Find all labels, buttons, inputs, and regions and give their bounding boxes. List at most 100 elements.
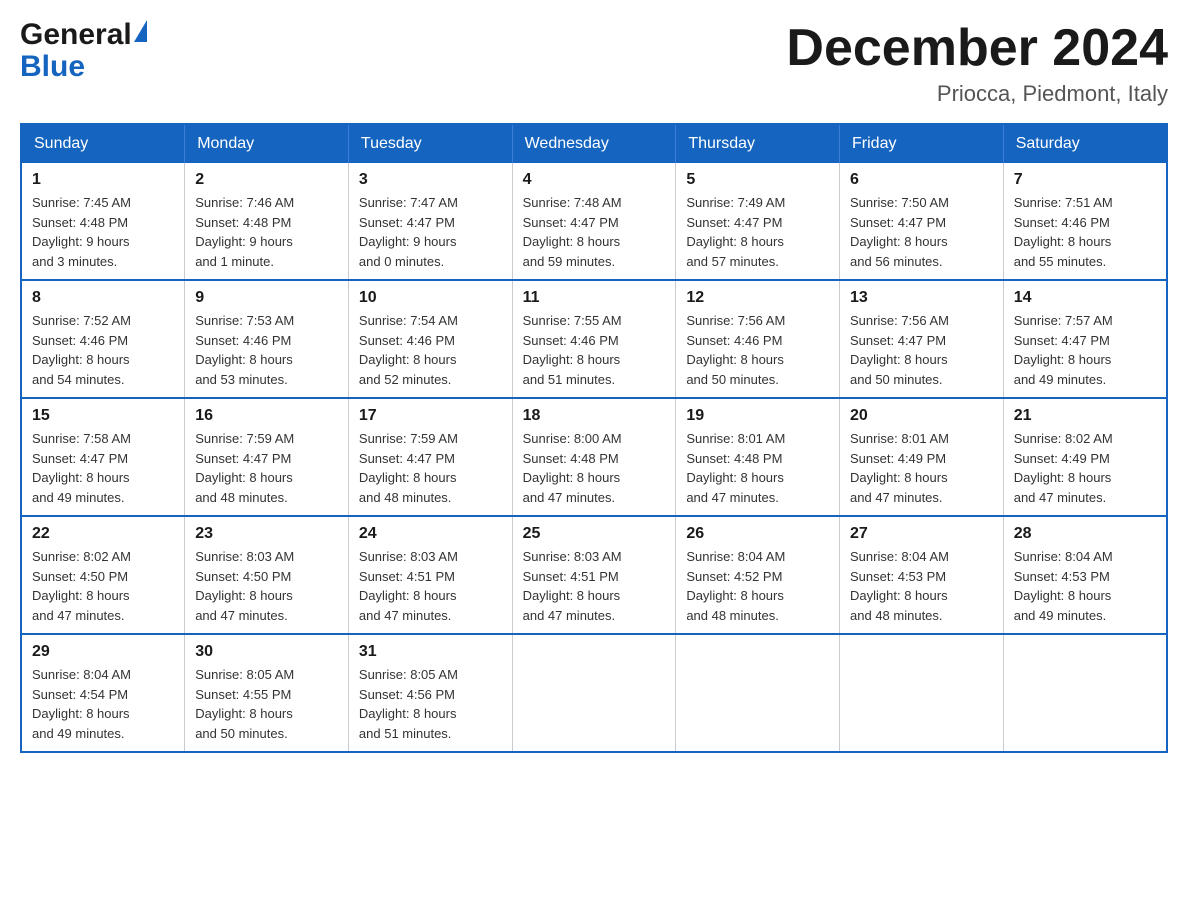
day-cell: 28 Sunrise: 8:04 AMSunset: 4:53 PMDaylig…: [1003, 516, 1167, 634]
day-info: Sunrise: 7:58 AMSunset: 4:47 PMDaylight:…: [32, 429, 174, 507]
day-cell: 21 Sunrise: 8:02 AMSunset: 4:49 PMDaylig…: [1003, 398, 1167, 516]
day-info: Sunrise: 8:04 AMSunset: 4:54 PMDaylight:…: [32, 665, 174, 743]
day-cell: 26 Sunrise: 8:04 AMSunset: 4:52 PMDaylig…: [676, 516, 840, 634]
day-cell: 29 Sunrise: 8:04 AMSunset: 4:54 PMDaylig…: [21, 634, 185, 752]
day-info: Sunrise: 7:51 AMSunset: 4:46 PMDaylight:…: [1014, 193, 1156, 271]
day-cell: 30 Sunrise: 8:05 AMSunset: 4:55 PMDaylig…: [185, 634, 349, 752]
logo: General Blue: [20, 20, 147, 82]
day-info: Sunrise: 7:50 AMSunset: 4:47 PMDaylight:…: [850, 193, 993, 271]
day-info: Sunrise: 7:52 AMSunset: 4:46 PMDaylight:…: [32, 311, 174, 389]
week-row-3: 15 Sunrise: 7:58 AMSunset: 4:47 PMDaylig…: [21, 398, 1167, 516]
day-number: 20: [850, 407, 993, 425]
title-area: December 2024 Priocca, Piedmont, Italy: [786, 20, 1168, 107]
day-cell: 24 Sunrise: 8:03 AMSunset: 4:51 PMDaylig…: [348, 516, 512, 634]
day-number: 23: [195, 525, 338, 543]
day-number: 8: [32, 289, 174, 307]
week-row-4: 22 Sunrise: 8:02 AMSunset: 4:50 PMDaylig…: [21, 516, 1167, 634]
day-number: 25: [523, 525, 666, 543]
day-number: 16: [195, 407, 338, 425]
week-row-2: 8 Sunrise: 7:52 AMSunset: 4:46 PMDayligh…: [21, 280, 1167, 398]
day-cell: 1 Sunrise: 7:45 AMSunset: 4:48 PMDayligh…: [21, 163, 185, 280]
day-number: 26: [686, 525, 829, 543]
day-cell: 18 Sunrise: 8:00 AMSunset: 4:48 PMDaylig…: [512, 398, 676, 516]
day-number: 10: [359, 289, 502, 307]
day-number: 11: [523, 289, 666, 307]
day-info: Sunrise: 8:03 AMSunset: 4:51 PMDaylight:…: [523, 547, 666, 625]
day-info: Sunrise: 8:04 AMSunset: 4:53 PMDaylight:…: [850, 547, 993, 625]
day-info: Sunrise: 8:01 AMSunset: 4:49 PMDaylight:…: [850, 429, 993, 507]
day-info: Sunrise: 7:59 AMSunset: 4:47 PMDaylight:…: [195, 429, 338, 507]
day-number: 31: [359, 643, 502, 661]
day-number: 19: [686, 407, 829, 425]
day-cell: 25 Sunrise: 8:03 AMSunset: 4:51 PMDaylig…: [512, 516, 676, 634]
day-info: Sunrise: 8:04 AMSunset: 4:52 PMDaylight:…: [686, 547, 829, 625]
day-info: Sunrise: 7:47 AMSunset: 4:47 PMDaylight:…: [359, 193, 502, 271]
day-number: 7: [1014, 171, 1156, 189]
header-row: SundayMondayTuesdayWednesdayThursdayFrid…: [21, 124, 1167, 163]
logo-triangle-icon: [134, 20, 147, 42]
day-cell: 4 Sunrise: 7:48 AMSunset: 4:47 PMDayligh…: [512, 163, 676, 280]
day-cell: 14 Sunrise: 7:57 AMSunset: 4:47 PMDaylig…: [1003, 280, 1167, 398]
day-info: Sunrise: 7:54 AMSunset: 4:46 PMDaylight:…: [359, 311, 502, 389]
day-info: Sunrise: 8:00 AMSunset: 4:48 PMDaylight:…: [523, 429, 666, 507]
day-info: Sunrise: 8:05 AMSunset: 4:55 PMDaylight:…: [195, 665, 338, 743]
week-row-1: 1 Sunrise: 7:45 AMSunset: 4:48 PMDayligh…: [21, 163, 1167, 280]
day-number: 12: [686, 289, 829, 307]
day-cell: 20 Sunrise: 8:01 AMSunset: 4:49 PMDaylig…: [840, 398, 1004, 516]
day-number: 21: [1014, 407, 1156, 425]
day-info: Sunrise: 7:49 AMSunset: 4:47 PMDaylight:…: [686, 193, 829, 271]
calendar-table: SundayMondayTuesdayWednesdayThursdayFrid…: [20, 123, 1168, 753]
day-cell: 12 Sunrise: 7:56 AMSunset: 4:46 PMDaylig…: [676, 280, 840, 398]
logo-blue-text: Blue: [20, 52, 85, 82]
day-cell: 17 Sunrise: 7:59 AMSunset: 4:47 PMDaylig…: [348, 398, 512, 516]
day-cell: 22 Sunrise: 8:02 AMSunset: 4:50 PMDaylig…: [21, 516, 185, 634]
day-cell: 6 Sunrise: 7:50 AMSunset: 4:47 PMDayligh…: [840, 163, 1004, 280]
day-number: 5: [686, 171, 829, 189]
day-cell: 11 Sunrise: 7:55 AMSunset: 4:46 PMDaylig…: [512, 280, 676, 398]
day-info: Sunrise: 7:56 AMSunset: 4:46 PMDaylight:…: [686, 311, 829, 389]
day-info: Sunrise: 7:56 AMSunset: 4:47 PMDaylight:…: [850, 311, 993, 389]
day-info: Sunrise: 8:02 AMSunset: 4:50 PMDaylight:…: [32, 547, 174, 625]
day-number: 9: [195, 289, 338, 307]
day-number: 30: [195, 643, 338, 661]
header-saturday: Saturday: [1003, 124, 1167, 163]
day-number: 22: [32, 525, 174, 543]
day-cell: 15 Sunrise: 7:58 AMSunset: 4:47 PMDaylig…: [21, 398, 185, 516]
day-cell: 23 Sunrise: 8:03 AMSunset: 4:50 PMDaylig…: [185, 516, 349, 634]
header-sunday: Sunday: [21, 124, 185, 163]
day-cell: 2 Sunrise: 7:46 AMSunset: 4:48 PMDayligh…: [185, 163, 349, 280]
day-number: 1: [32, 171, 174, 189]
day-cell: [676, 634, 840, 752]
day-info: Sunrise: 8:01 AMSunset: 4:48 PMDaylight:…: [686, 429, 829, 507]
day-number: 24: [359, 525, 502, 543]
day-cell: 13 Sunrise: 7:56 AMSunset: 4:47 PMDaylig…: [840, 280, 1004, 398]
header-thursday: Thursday: [676, 124, 840, 163]
logo-general-text: General: [20, 20, 132, 50]
day-number: 2: [195, 171, 338, 189]
day-number: 27: [850, 525, 993, 543]
day-info: Sunrise: 8:04 AMSunset: 4:53 PMDaylight:…: [1014, 547, 1156, 625]
day-info: Sunrise: 7:57 AMSunset: 4:47 PMDaylight:…: [1014, 311, 1156, 389]
location-title: Priocca, Piedmont, Italy: [786, 81, 1168, 107]
day-number: 29: [32, 643, 174, 661]
day-info: Sunrise: 7:48 AMSunset: 4:47 PMDaylight:…: [523, 193, 666, 271]
day-number: 14: [1014, 289, 1156, 307]
day-cell: [840, 634, 1004, 752]
day-info: Sunrise: 8:03 AMSunset: 4:51 PMDaylight:…: [359, 547, 502, 625]
day-info: Sunrise: 7:53 AMSunset: 4:46 PMDaylight:…: [195, 311, 338, 389]
day-info: Sunrise: 8:02 AMSunset: 4:49 PMDaylight:…: [1014, 429, 1156, 507]
day-cell: 8 Sunrise: 7:52 AMSunset: 4:46 PMDayligh…: [21, 280, 185, 398]
day-info: Sunrise: 7:45 AMSunset: 4:48 PMDaylight:…: [32, 193, 174, 271]
day-cell: 16 Sunrise: 7:59 AMSunset: 4:47 PMDaylig…: [185, 398, 349, 516]
day-cell: 19 Sunrise: 8:01 AMSunset: 4:48 PMDaylig…: [676, 398, 840, 516]
day-cell: 7 Sunrise: 7:51 AMSunset: 4:46 PMDayligh…: [1003, 163, 1167, 280]
day-cell: 5 Sunrise: 7:49 AMSunset: 4:47 PMDayligh…: [676, 163, 840, 280]
header-wednesday: Wednesday: [512, 124, 676, 163]
day-cell: 27 Sunrise: 8:04 AMSunset: 4:53 PMDaylig…: [840, 516, 1004, 634]
header-tuesday: Tuesday: [348, 124, 512, 163]
day-cell: [1003, 634, 1167, 752]
day-number: 13: [850, 289, 993, 307]
day-number: 18: [523, 407, 666, 425]
header-monday: Monday: [185, 124, 349, 163]
day-cell: 10 Sunrise: 7:54 AMSunset: 4:46 PMDaylig…: [348, 280, 512, 398]
